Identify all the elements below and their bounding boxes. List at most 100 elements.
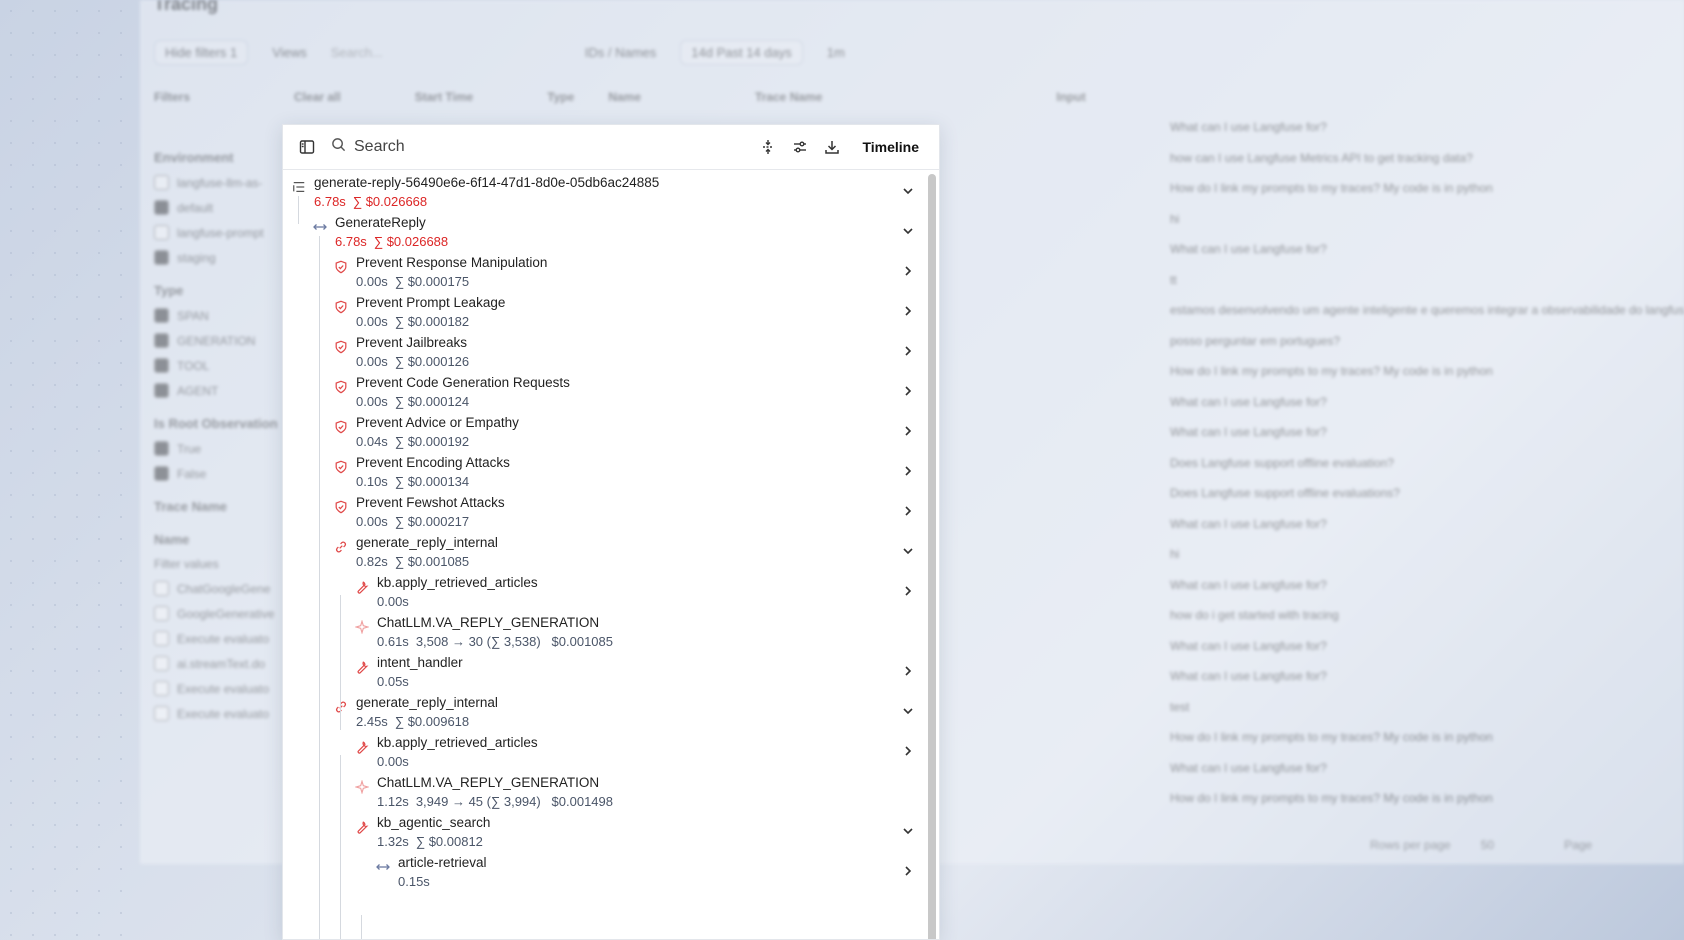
input-cell[interactable]: What can I use Langfuse for? <box>1170 639 1684 670</box>
checkbox[interactable] <box>154 681 169 696</box>
input-cell[interactable]: hi <box>1170 212 1684 243</box>
refresh-interval[interactable]: 1m <box>827 45 845 60</box>
col-name[interactable]: Name <box>608 90 641 104</box>
checkbox[interactable] <box>154 200 169 215</box>
checkbox[interactable] <box>154 466 169 481</box>
checkbox[interactable] <box>154 631 169 646</box>
chevron-right-icon[interactable] <box>899 742 917 760</box>
input-cell[interactable]: What can I use Langfuse for? <box>1170 517 1684 548</box>
tree-node[interactable]: kb.apply_retrieved_articles 0.00s <box>283 730 939 770</box>
checkbox[interactable] <box>154 706 169 721</box>
input-cell[interactable]: What can I use Langfuse for? <box>1170 242 1684 273</box>
filter-option[interactable]: GENERATION <box>154 333 284 348</box>
input-cell[interactable]: test <box>1170 700 1684 731</box>
chevron-right-icon[interactable] <box>899 302 917 320</box>
filter-option[interactable]: langfuse-llm-as- <box>154 175 284 190</box>
filter-option[interactable]: langfuse-prompt <box>154 225 284 240</box>
col-start-time[interactable]: Start Time <box>415 90 473 104</box>
search-input[interactable] <box>354 138 654 156</box>
filter-option[interactable]: default <box>154 200 284 215</box>
checkbox[interactable] <box>154 358 169 373</box>
settings-sliders-icon[interactable] <box>784 131 816 163</box>
chevron-right-icon[interactable] <box>899 382 917 400</box>
chevron-right-icon[interactable] <box>899 582 917 600</box>
input-cell[interactable]: What can I use Langfuse for? <box>1170 669 1684 700</box>
checkbox[interactable] <box>154 250 169 265</box>
input-cell[interactable]: how can I use Langfuse Metrics API to ge… <box>1170 151 1684 182</box>
input-cell[interactable]: tt <box>1170 273 1684 304</box>
input-cell[interactable]: hi <box>1170 547 1684 578</box>
tree-node[interactable]: generate_reply_internal 2.45s ∑ $0.009618 <box>283 690 939 730</box>
filter-option[interactable]: SPAN <box>154 308 284 323</box>
tree-node[interactable]: Prevent Jailbreaks 0.00s ∑ $0.000126 <box>283 330 939 370</box>
checkbox[interactable] <box>154 333 169 348</box>
tree-node[interactable]: article-retrieval 0.15s <box>283 850 939 890</box>
input-cell[interactable]: How do I link my prompts to my traces? M… <box>1170 730 1684 761</box>
filter-option[interactable]: GoogleGenerative <box>154 606 284 621</box>
chevron-right-icon[interactable] <box>899 342 917 360</box>
chevron-right-icon[interactable] <box>899 262 917 280</box>
chevron-down-icon[interactable] <box>899 702 917 720</box>
chevron-down-icon[interactable] <box>899 542 917 560</box>
app-search-input[interactable]: Search... <box>331 45 561 60</box>
filter-option[interactable]: Execute evaluato <box>154 631 284 646</box>
chevron-right-icon[interactable] <box>899 462 917 480</box>
checkbox[interactable] <box>154 441 169 456</box>
filter-option[interactable]: TOOL <box>154 358 284 373</box>
tree-node[interactable]: Prevent Response Manipulation 0.00s ∑ $0.0… <box>283 250 939 290</box>
filter-option[interactable]: Execute evaluato <box>154 681 284 696</box>
collapse-expand-icon[interactable] <box>752 131 784 163</box>
date-range-picker[interactable]: 14d Past 14 days <box>680 40 803 65</box>
chevron-down-icon[interactable] <box>899 822 917 840</box>
tree-node[interactable]: intent_handler 0.05s <box>283 650 939 690</box>
input-cell[interactable]: What can I use Langfuse for? <box>1170 425 1684 456</box>
sidebar-toggle-icon[interactable] <box>291 131 323 163</box>
input-cell[interactable]: Does Langfuse support offline evaluation… <box>1170 486 1684 517</box>
filter-option[interactable]: False <box>154 466 284 481</box>
input-cell[interactable]: What can I use Langfuse for? <box>1170 761 1684 792</box>
tree-node[interactable]: ChatLLM.VA_REPLY_GENERATION 1.12s 3,949 → … <box>283 770 939 810</box>
chevron-right-icon[interactable] <box>899 502 917 520</box>
hide-filters-button[interactable]: Hide filters 1 <box>154 40 249 65</box>
filter-option[interactable]: ChatGoogleGene <box>154 581 284 596</box>
checkbox[interactable] <box>154 581 169 596</box>
chevron-down-icon[interactable] <box>899 182 917 200</box>
tree-node[interactable]: GenerateReply 6.78s ∑ $0.026688 <box>283 210 939 250</box>
checkbox[interactable] <box>154 308 169 323</box>
input-cell[interactable]: how do i get started with tracing <box>1170 608 1684 639</box>
checkbox[interactable] <box>154 656 169 671</box>
input-cell[interactable]: How do I link my prompts to my traces? M… <box>1170 181 1684 212</box>
filter-option[interactable]: ai.streamText.do <box>154 656 284 671</box>
views-dropdown[interactable]: Views <box>272 45 306 60</box>
checkbox[interactable] <box>154 225 169 240</box>
download-icon[interactable] <box>816 131 848 163</box>
ids-names-dropdown[interactable]: IDs / Names <box>585 45 657 60</box>
col-type[interactable]: Type <box>547 90 574 104</box>
tree-node[interactable]: Prevent Fewshot Attacks 0.00s ∑ $0.000217 <box>283 490 939 530</box>
checkbox[interactable] <box>154 383 169 398</box>
tree-node[interactable]: ChatLLM.VA_REPLY_GENERATION 0.61s 3,508 → … <box>283 610 939 650</box>
filter-option[interactable]: staging <box>154 250 284 265</box>
tree-node[interactable]: Prevent Code Generation Requests 0.00s ∑ $… <box>283 370 939 410</box>
checkbox[interactable] <box>154 175 169 190</box>
filter-option[interactable]: True <box>154 441 284 456</box>
tree-node[interactable]: kb_agentic_search 1.32s ∑ $0.00812 <box>283 810 939 850</box>
tree-node[interactable]: generate-reply-56490e6e-6f14-47d1-8d0e-0… <box>283 170 939 210</box>
input-cell[interactable]: How do I link my prompts to my traces? M… <box>1170 791 1684 822</box>
chevron-right-icon[interactable] <box>899 422 917 440</box>
tree-node[interactable]: Prevent Encoding Attacks 0.10s ∑ $0.000134 <box>283 450 939 490</box>
input-cell[interactable]: What can I use Langfuse for? <box>1170 395 1684 426</box>
chevron-right-icon[interactable] <box>899 862 917 880</box>
chevron-down-icon[interactable] <box>899 222 917 240</box>
timeline-button[interactable]: Timeline <box>854 135 927 159</box>
tree-node[interactable]: generate_reply_internal 0.82s ∑ $0.001085 <box>283 530 939 570</box>
tree-node[interactable]: kb.apply_retrieved_articles 0.00s <box>283 570 939 610</box>
input-cell[interactable]: What can I use Langfuse for? <box>1170 120 1684 151</box>
filter-option[interactable]: AGENT <box>154 383 284 398</box>
input-cell[interactable]: posso perguntar em portugues? <box>1170 334 1684 365</box>
tree-node[interactable]: Prevent Prompt Leakage 0.00s ∑ $0.000182 <box>283 290 939 330</box>
input-cell[interactable]: What can I use Langfuse for? <box>1170 578 1684 609</box>
tree-node[interactable]: Prevent Advice or Empathy 0.04s ∑ $0.00019… <box>283 410 939 450</box>
rows-per-page-select[interactable]: 50 <box>1481 838 1494 852</box>
checkbox[interactable] <box>154 606 169 621</box>
